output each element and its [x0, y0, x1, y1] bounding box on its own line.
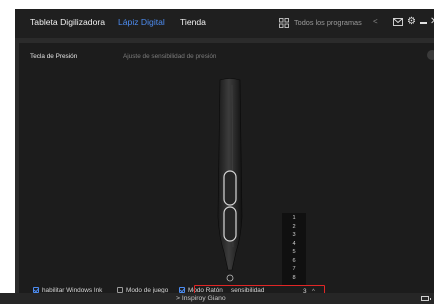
dropdown-option[interactable]: 2 [282, 224, 306, 231]
pen-upper-button [223, 170, 237, 206]
dropdown-option[interactable]: 3 [282, 232, 306, 239]
gear-icon[interactable]: ⚙ [407, 16, 416, 27]
grid-icon[interactable] [279, 18, 289, 28]
tab-store[interactable]: Tienda [180, 17, 206, 27]
top-bar: Tableta Digilizadora Lápiz Digital Tiend… [15, 9, 434, 38]
pen-illustration [217, 78, 243, 282]
subtab-pressure-key[interactable]: Tecla de Presión [30, 53, 77, 60]
minimize-icon[interactable] [420, 22, 427, 24]
all-programs-label[interactable]: Todos los programas [294, 18, 362, 27]
dropdown-option[interactable]: 4 [282, 241, 306, 248]
dropdown-option[interactable]: 6 [282, 258, 306, 265]
device-name-label: Inspiroy Giano [181, 295, 226, 302]
battery-icon [421, 296, 431, 301]
sensitivity-dropdown-list[interactable]: 1 2 3 4 5 6 7 8 [282, 213, 306, 285]
pen-tip-indicator [226, 274, 234, 282]
chevron-right-icon: > [176, 295, 180, 302]
mail-icon[interactable] [393, 18, 403, 26]
dropdown-option[interactable]: 7 [282, 266, 306, 273]
dropdown-option[interactable]: 5 [282, 249, 306, 256]
tab-pen[interactable]: Lápiz Digital [118, 17, 165, 27]
app-window: Tableta Digilizadora Lápiz Digital Tiend… [15, 9, 434, 304]
close-icon[interactable]: ✕ [430, 16, 434, 27]
device-selector[interactable]: > Inspiroy Giano [176, 294, 226, 304]
dropdown-option[interactable]: 8 [282, 275, 306, 282]
subtab-pressure-sensitivity[interactable]: Ajuste de sensibilidad de presión [123, 53, 216, 60]
dropdown-option[interactable]: 1 [282, 215, 306, 222]
pen-lower-button [223, 206, 237, 242]
tab-tablet[interactable]: Tableta Digilizadora [30, 17, 105, 27]
pen-settings-panel: Tecla de Presión Ajuste de sensibilidad … [19, 43, 434, 304]
chevron-left-icon[interactable]: < [373, 17, 378, 26]
help-icon[interactable] [427, 50, 434, 60]
